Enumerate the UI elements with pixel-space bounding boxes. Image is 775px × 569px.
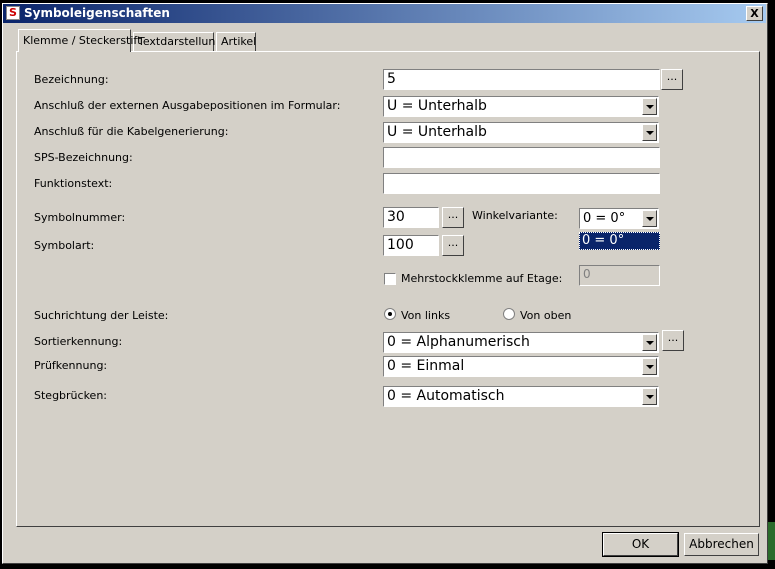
winkelvariante-option[interactable]: 0 = 0° [579, 232, 660, 250]
suchrichtung-label: Suchrichtung der Leiste: [34, 309, 169, 322]
bezeichnung-label: Bezeichnung: [34, 73, 109, 86]
radio-von-oben-label: Von oben [520, 309, 572, 322]
symbolnummer-label: Symbolnummer: [34, 211, 126, 224]
winkelvariante-value: 0 = 0° [583, 211, 626, 226]
anschluss-kabel-label: Anschluß für die Kabelgenerierung: [34, 125, 229, 138]
background-app-panel [768, 522, 775, 560]
tab-klemme-steckerstift[interactable]: Klemme / Steckerstift [18, 29, 141, 52]
chevron-down-icon[interactable] [642, 358, 657, 375]
mehrstock-checkbox[interactable] [384, 273, 396, 285]
radio-von-links[interactable] [384, 308, 396, 320]
chevron-down-icon[interactable] [642, 98, 657, 115]
anschluss-formular-label: Anschluß der externen Ausgabepositionen … [34, 99, 341, 112]
symbolart-browse-button[interactable]: ... [442, 235, 464, 256]
bezeichnung-input[interactable]: 5 [383, 69, 660, 90]
funktionstext-label: Funktionstext: [34, 177, 113, 190]
pruefkennung-select[interactable]: 0 = Einmal [383, 356, 659, 377]
stegbruecken-value: 0 = Automatisch [387, 388, 505, 404]
chevron-down-icon[interactable] [642, 334, 657, 351]
funktionstext-input[interactable] [383, 173, 660, 194]
sortierkennung-label: Sortierkennung: [34, 335, 123, 348]
sps-label: SPS-Bezeichnung: [34, 151, 133, 164]
mehrstock-spinner[interactable]: 0 [579, 265, 660, 286]
winkelvariante-select[interactable]: 0 = 0° [579, 208, 659, 229]
stegbruecken-label: Stegbrücken: [34, 389, 107, 402]
symbolart-input[interactable]: 100 [383, 235, 439, 256]
pruefkennung-value: 0 = Einmal [387, 358, 465, 374]
cancel-button[interactable]: Abbrechen [684, 533, 759, 556]
chevron-down-icon[interactable] [642, 124, 657, 141]
anschluss-formular-value: U = Unterhalb [387, 98, 487, 114]
close-button[interactable]: X [746, 6, 763, 21]
radio-von-links-label: Von links [401, 309, 451, 322]
sortierkennung-value: 0 = Alphanumerisch [387, 334, 530, 350]
anschluss-kabel-select[interactable]: U = Unterhalb [383, 122, 659, 143]
mehrstock-label: Mehrstockklemme auf Etage: [401, 272, 563, 285]
stegbruecken-select[interactable]: 0 = Automatisch [383, 386, 659, 407]
window-title: Symboleigenschaften [24, 6, 170, 20]
pruefkennung-label: Prüfkennung: [34, 359, 108, 372]
app-logo-icon: S [6, 6, 20, 20]
sortierkennung-browse-button[interactable]: ... [662, 330, 684, 351]
ok-button[interactable]: OK [602, 532, 679, 557]
anschluss-formular-select[interactable]: U = Unterhalb [383, 96, 659, 117]
radio-von-oben[interactable] [503, 308, 515, 320]
sps-input[interactable] [383, 147, 660, 168]
chevron-down-icon[interactable] [642, 210, 657, 227]
symbolart-label: Symbolart: [34, 239, 95, 252]
symbolnummer-input[interactable]: 30 [383, 207, 439, 228]
tab-artikel[interactable]: Artikel [216, 32, 256, 51]
bezeichnung-browse-button[interactable]: ... [661, 69, 683, 90]
winkelvariante-label: Winkelvariante: [472, 209, 558, 222]
mehrstock-value: 0 [583, 267, 591, 281]
chevron-down-icon[interactable] [642, 388, 657, 405]
anschluss-kabel-value: U = Unterhalb [387, 124, 487, 140]
symbolnummer-browse-button[interactable]: ... [442, 207, 464, 228]
tab-textdarstellung[interactable]: Textdarstellung [133, 32, 222, 51]
sortierkennung-select[interactable]: 0 = Alphanumerisch [383, 332, 659, 353]
